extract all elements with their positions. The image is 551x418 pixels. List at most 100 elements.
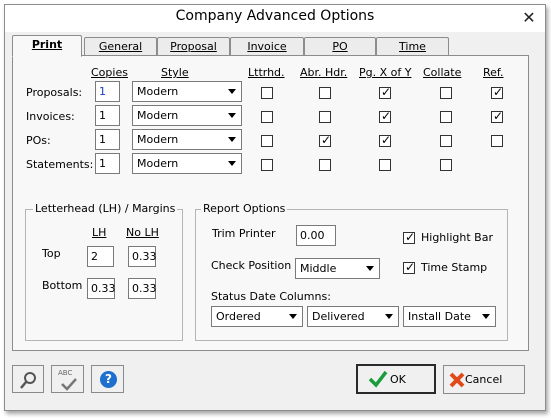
bottom-lh-input[interactable]: 0.33 [87,278,116,299]
invoices-style-dropdown[interactable]: Modern [132,105,242,126]
invoices-ref-checkbox[interactable]: ✓ [491,109,504,123]
row-label-invoices: Invoices: [26,110,75,123]
checkmark-icon: ✓ [381,85,392,99]
trim-printer-input[interactable]: 0.00 [296,225,336,246]
status-date-column-3-dropdown[interactable]: Install Date [403,306,496,327]
checkmark-icon [368,370,388,388]
dropdown-value: Middle [300,262,337,275]
chevron-down-icon [385,314,393,319]
highlight-bar-checkbox[interactable]: ✓ [403,230,416,244]
chevron-down-icon [228,113,236,118]
pos-style-dropdown[interactable]: Modern [132,129,242,150]
style-header: Style [161,66,189,79]
statements-lttrhd-checkbox[interactable] [261,159,273,171]
tab-print[interactable]: Print [12,35,82,57]
tab-label: General [98,40,143,53]
ok-button-label: OK [390,373,406,386]
statements-style-dropdown[interactable]: Modern [132,153,242,174]
search-button[interactable] [12,365,44,393]
proposals-abr-hdr-checkbox[interactable] [319,87,331,99]
cancel-button-label: Cancel [465,373,503,386]
chevron-down-icon [482,314,490,319]
statements-collate-checkbox[interactable] [440,159,452,171]
proposals-collate-checkbox[interactable] [440,87,452,99]
invoices-abr-hdr-checkbox[interactable] [319,111,331,123]
cancel-button[interactable]: Cancel [443,365,525,394]
ok-button[interactable]: OK [356,364,436,394]
trim-printer-label: Trim Printer [212,227,276,240]
top-lh-input[interactable]: 2 [87,246,114,267]
cancel-x-icon [449,372,465,388]
proposals-copies-input[interactable]: 1 [95,81,120,102]
chevron-down-icon [228,161,236,166]
invoices-collate-checkbox[interactable] [440,111,452,123]
tab-general[interactable]: General [84,37,157,56]
invoices-copies-input[interactable]: 1 [95,105,120,126]
tab-proposal[interactable]: Proposal [157,37,230,56]
tab-label: Time [399,40,426,53]
highlight-bar-label: Highlight Bar [421,231,493,244]
top-margin-label: Top [42,247,61,260]
dropdown-value: Ordered [216,310,261,323]
lh-column-label: LH [92,226,107,239]
tab-time[interactable]: Time [376,37,449,56]
chevron-down-icon [366,266,374,271]
time-stamp-checkbox[interactable]: ✓ [403,260,415,274]
dialog-title: Company Advanced Options [175,8,375,24]
magnifier-icon [20,372,36,389]
letterhead-group-title: Letterhead (LH) / Margins [33,202,178,215]
proposals-ref-checkbox[interactable]: ✓ [491,85,504,99]
status-date-columns-label: Status Date Columns: [211,290,331,303]
proposals-lttrhd-checkbox[interactable] [261,87,273,99]
close-icon[interactable]: ✕ [517,7,541,29]
status-date-column-2-dropdown[interactable]: Delivered [307,306,399,327]
spell-check-abc-text: ABC [58,369,73,377]
invoices-lttrhd-checkbox[interactable] [261,111,273,123]
proposals-style-dropdown[interactable]: Modern [132,81,242,102]
dropdown-value: Delivered [312,310,365,323]
pgx-header: Pg. X of Y [359,66,412,79]
pos-pgx-checkbox[interactable]: ✓ [379,133,391,147]
dropdown-value: Modern [137,133,179,146]
tab-label: Invoice [247,40,287,53]
checkmark-icon: ✓ [321,133,332,147]
pos-copies-input[interactable]: 1 [95,129,120,150]
tab-label: PO [332,40,348,53]
abr-hdr-header: Abr. Hdr. [300,66,348,79]
spell-check-icon [61,378,77,391]
pos-abr-hdr-checkbox[interactable]: ✓ [319,133,332,147]
nolh-column-label: No LH [126,226,159,239]
checkmark-icon: ✓ [493,85,504,99]
bottom-nolh-input[interactable]: 0.33 [128,278,157,299]
invoices-pgx-checkbox[interactable]: ✓ [379,109,392,123]
row-label-pos: POs: [26,134,51,147]
pos-ref-checkbox[interactable] [491,135,503,147]
tab-po[interactable]: PO [304,37,376,56]
checkmark-icon: ✓ [405,230,416,244]
pos-lttrhd-checkbox[interactable] [261,135,273,147]
print-tab-panel: Copies Style Lttrhd. Abr. Hdr. Pg. X of … [12,55,529,351]
tab-label: Print [31,38,63,51]
row-label-proposals: Proposals: [26,86,83,99]
checkmark-icon: ✓ [381,109,392,123]
title-bar: Company Advanced Options ✕ [5,5,545,32]
statements-abr-hdr-checkbox[interactable] [319,159,331,171]
spell-check-button[interactable]: ABC [51,365,84,393]
help-icon: ? [100,371,117,388]
statements-pgx-checkbox[interactable] [379,159,391,171]
pos-collate-checkbox[interactable] [440,135,452,147]
top-nolh-input[interactable]: 0.33 [128,246,157,267]
help-button[interactable]: ? [91,365,124,393]
check-position-dropdown[interactable]: Middle [295,258,380,279]
collate-header: Collate [423,66,462,79]
tab-invoice[interactable]: Invoice [230,37,304,56]
tab-label: Proposal [170,40,217,53]
chevron-down-icon [228,137,236,142]
checkmark-icon: ✓ [493,109,504,123]
ref-header: Ref. [483,66,504,79]
chevron-down-icon [228,89,236,94]
proposals-pgx-checkbox[interactable]: ✓ [379,85,392,99]
status-date-column-1-dropdown[interactable]: Ordered [211,306,303,327]
statements-copies-input[interactable]: 1 [95,153,120,174]
chevron-down-icon [289,314,297,319]
